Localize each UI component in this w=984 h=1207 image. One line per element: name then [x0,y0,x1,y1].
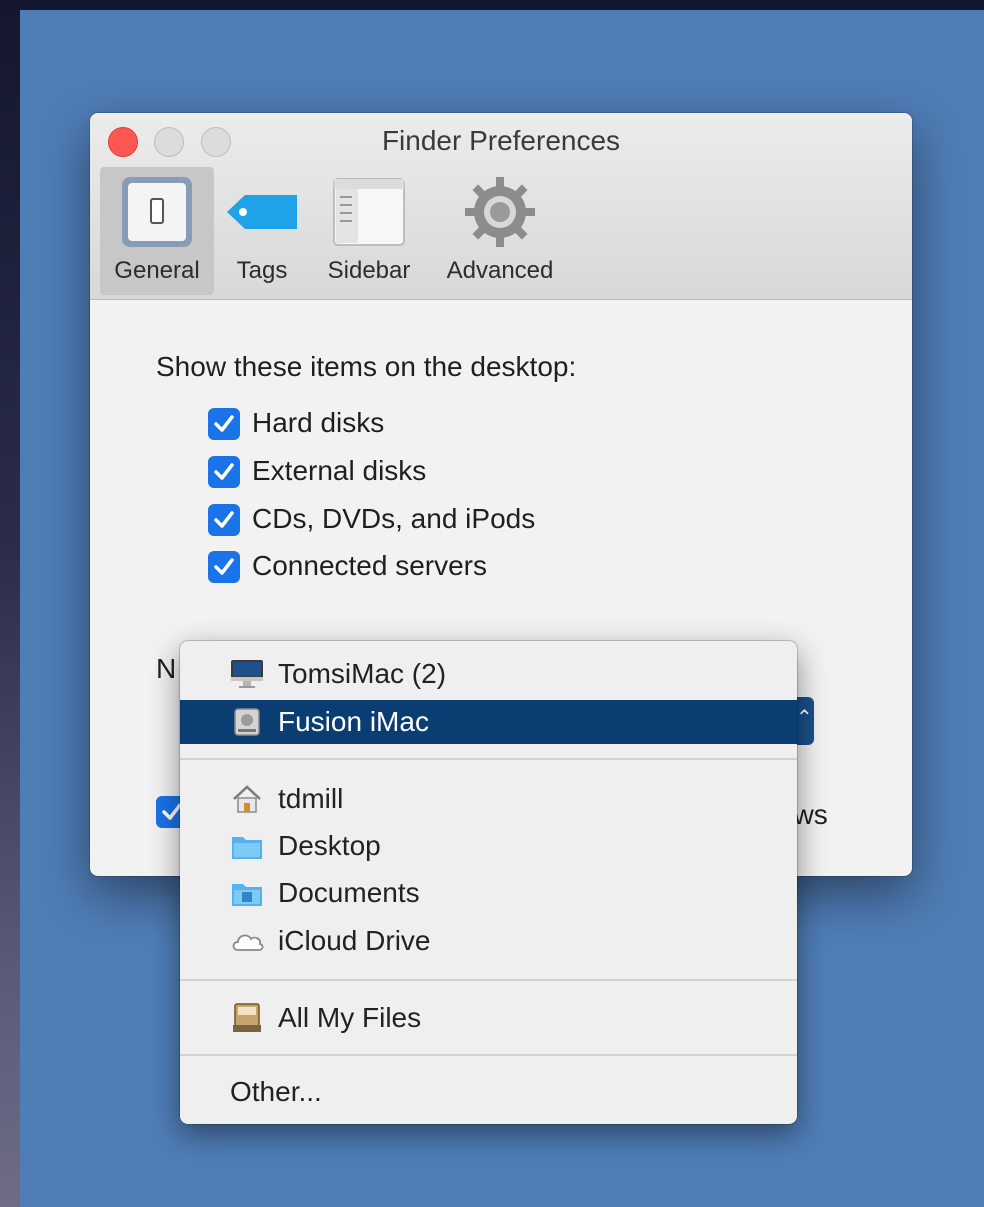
tab-advanced[interactable]: Advanced [434,167,566,295]
menu-separator [180,1054,797,1056]
cds-dvds-ipods-checkbox[interactable] [208,504,240,536]
cds-dvds-ipods-label: CDs, DVDs, and iPods [252,503,536,534]
desktop-items-heading: Show these items on the desktop: [156,351,577,382]
switch-icon [122,177,192,247]
menu-separator [180,758,797,760]
menu-item-documents[interactable]: Documents [180,871,797,915]
menu-item-label: All My Files [278,1002,422,1033]
external-disks-checkbox[interactable] [208,456,240,488]
all-files-icon [233,1003,261,1032]
connected-servers-label: Connected servers [252,550,488,581]
new-window-shows-label-fragment: N [156,653,177,684]
gear-icon [465,177,535,247]
connected-servers-checkbox[interactable] [208,551,240,583]
menu-item-label: TomsiMac (2) [278,658,447,689]
hard-drive-icon [234,708,260,736]
menu-item-label: Desktop [278,830,381,861]
tab-tags-label: Tags [236,257,288,284]
sidebar-icon [333,178,405,246]
menu-item-desktop[interactable]: Desktop [180,824,797,868]
tab-general-label: General [114,257,200,284]
popup-arrows-icon: ⌃ [796,707,813,729]
checkmark-icon [214,463,234,480]
menu-item-icloud-drive[interactable]: iCloud Drive [180,919,797,963]
new-window-location-menu: TomsiMac (2) Fusion iMac tdmill Desktop [180,641,797,1124]
menu-item-label: iCloud Drive [278,925,431,956]
menu-item-label: Other... [230,1076,322,1107]
folder-icon [232,837,262,859]
menu-item-other[interactable]: Other... [180,1070,797,1114]
tab-advanced-label: Advanced [446,257,554,284]
tab-tags[interactable]: Tags [220,167,304,295]
menu-item-label: Fusion iMac [278,706,429,737]
menu-item-tomsimac[interactable]: TomsiMac (2) [180,652,797,696]
tab-sidebar-label: Sidebar [327,257,411,284]
cloud-icon [232,934,264,951]
tag-icon [227,195,297,229]
documents-folder-icon [232,884,262,906]
checkmark-icon [214,511,234,528]
menu-item-fusion-imac[interactable]: Fusion iMac [180,700,797,744]
hard-disks-checkbox[interactable] [208,408,240,440]
hard-disks-label: Hard disks [252,407,385,438]
menu-separator [180,979,797,981]
external-disks-label: External disks [252,455,427,486]
menu-item-all-my-files[interactable]: All My Files [180,996,797,1040]
checkmark-icon [214,558,234,575]
window-toolbar: Finder Preferences General Tags Sidebar … [90,113,912,300]
menu-item-tdmill[interactable]: tdmill [180,777,797,821]
checkmark-icon [214,415,234,432]
menu-item-label: tdmill [278,783,344,814]
home-icon [233,785,261,813]
tab-sidebar[interactable]: Sidebar [316,167,422,295]
tab-general[interactable]: General [100,167,214,295]
window-title: Finder Preferences [381,125,621,156]
imac-icon [231,660,263,688]
menu-item-label: Documents [278,877,420,908]
